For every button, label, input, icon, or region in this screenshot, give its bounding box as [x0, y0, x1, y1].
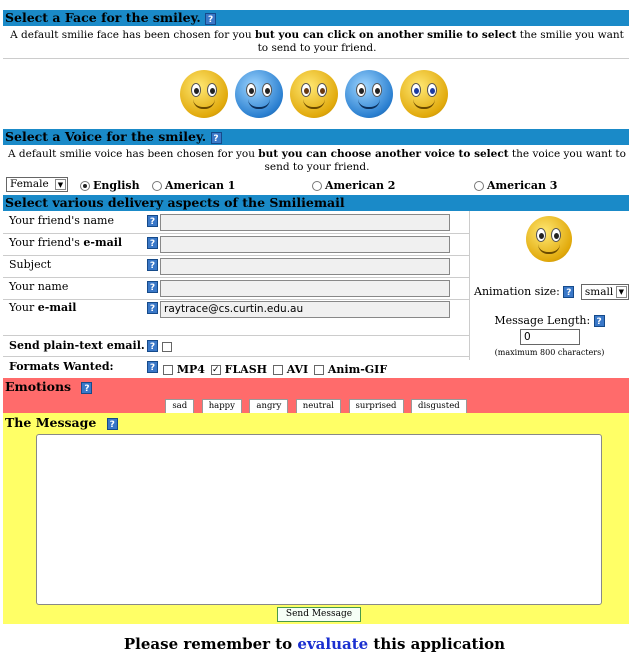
- help-icon[interactable]: ?: [147, 281, 158, 293]
- voice-section-header: Select a Voice for the smiley. ?: [3, 129, 629, 145]
- anim-gif-checkbox[interactable]: [314, 365, 325, 375]
- emotion-angry-button[interactable]: angry: [249, 399, 289, 414]
- emotion-surprised-button[interactable]: surprised: [348, 399, 404, 414]
- message-length-row: Message Length: ?: [470, 314, 629, 327]
- avi-checkbox[interactable]: [272, 365, 283, 375]
- animation-size-select[interactable]: small ▼: [580, 284, 629, 300]
- evaluate-link[interactable]: evaluate: [297, 635, 368, 653]
- radio-icon[interactable]: [474, 181, 484, 191]
- divider: [3, 277, 469, 278]
- chevron-down-icon: ▼: [615, 286, 627, 298]
- radio-icon[interactable]: [80, 181, 90, 191]
- help-icon[interactable]: ?: [147, 215, 158, 227]
- divider: [3, 335, 469, 336]
- flash-checkbox[interactable]: ✓: [210, 365, 221, 375]
- friend-email-input[interactable]: [160, 236, 450, 253]
- delivery-section-title: Select various delivery aspects of the S…: [5, 195, 345, 210]
- smiley-face-option-3[interactable]: [290, 70, 338, 118]
- face-section-header: Select a Face for the smiley. ?: [3, 10, 629, 26]
- emotion-disgusted-button[interactable]: disgusted: [411, 399, 467, 414]
- formats-options: MP4 ✓ FLASH AVI Anim-GIF: [163, 363, 387, 376]
- your-name-label: Your name: [9, 280, 69, 293]
- voice-option-american-1[interactable]: American 1: [152, 179, 235, 192]
- smiley-face-option-1[interactable]: [180, 70, 228, 118]
- message-section: The Message ? Send Message: [3, 413, 629, 624]
- your-email-input[interactable]: raytrace@cs.curtin.edu.au: [160, 301, 450, 318]
- radio-icon[interactable]: [312, 181, 322, 191]
- divider: [3, 58, 629, 59]
- animation-size-row: Animation size: ? small ▼: [474, 284, 629, 300]
- help-icon[interactable]: ?: [147, 259, 158, 271]
- voice-section-title: Select a Voice for the smiley.: [5, 129, 207, 144]
- friend-email-label: Your friend's e-mail: [9, 236, 123, 249]
- max-chars-note: (maximum 800 characters): [494, 348, 605, 357]
- friend-name-input[interactable]: [160, 214, 450, 231]
- emotions-title: Emotions: [5, 379, 72, 394]
- chevron-down-icon: ▼: [55, 179, 66, 190]
- help-icon[interactable]: ?: [210, 131, 222, 144]
- plain-text-label: Send plain-text email.: [9, 339, 145, 352]
- help-icon[interactable]: ?: [147, 340, 158, 352]
- voice-section-description: A default smilie voice has been chosen f…: [8, 148, 626, 173]
- help-icon[interactable]: ?: [593, 315, 605, 327]
- message-length-label: Message Length:: [494, 314, 591, 327]
- message-header: The Message ?: [5, 415, 118, 430]
- divider: [469, 211, 470, 360]
- divider: [3, 233, 469, 234]
- message-title: The Message: [5, 415, 97, 430]
- animation-size-label: Animation size:: [474, 285, 560, 298]
- emotion-neutral-button[interactable]: neutral: [295, 399, 342, 414]
- formats-label: Formats Wanted:: [9, 360, 114, 373]
- help-icon[interactable]: ?: [563, 286, 575, 298]
- help-icon[interactable]: ?: [147, 361, 158, 373]
- send-message-button[interactable]: Send Message: [277, 607, 361, 622]
- smiley-face-option-5[interactable]: [400, 70, 448, 118]
- your-email-label: Your e-mail: [9, 301, 77, 314]
- emotions-header: Emotions ?: [3, 378, 629, 395]
- voice-option-english[interactable]: English: [80, 179, 140, 192]
- smiley-face-option-4[interactable]: [345, 70, 393, 118]
- message-textarea[interactable]: [36, 434, 602, 605]
- divider: [3, 356, 469, 357]
- voice-option-american-2[interactable]: American 2: [312, 179, 395, 192]
- subject-input[interactable]: [160, 258, 450, 275]
- plain-text-checkbox[interactable]: [162, 342, 172, 352]
- face-section-title: Select a Face for the smiley.: [5, 10, 201, 25]
- divider: [3, 299, 469, 300]
- delivery-section-header: Select various delivery aspects of the S…: [3, 195, 629, 211]
- divider: [3, 255, 469, 256]
- voice-option-american-3[interactable]: American 3: [474, 179, 557, 192]
- smiley-face-option-2[interactable]: [235, 70, 283, 118]
- emotion-happy-button[interactable]: happy: [201, 399, 242, 414]
- preview-smiley: [526, 216, 572, 262]
- your-name-input[interactable]: [160, 280, 450, 297]
- message-length-field: 0: [520, 329, 580, 345]
- help-icon[interactable]: ?: [147, 302, 158, 314]
- emotion-sad-button[interactable]: sad: [165, 399, 195, 414]
- help-icon[interactable]: ?: [81, 381, 93, 394]
- footer-note: Please remember to evaluate this applica…: [123, 635, 506, 653]
- radio-icon[interactable]: [152, 181, 162, 191]
- gender-select[interactable]: Female ▼: [6, 177, 68, 192]
- friend-name-label: Your friend's name: [9, 214, 114, 227]
- mp4-checkbox[interactable]: [163, 365, 173, 375]
- help-icon[interactable]: ?: [205, 12, 217, 25]
- emotions-buttons-row: sad happy angry neutral surprised disgus…: [3, 395, 629, 414]
- help-icon[interactable]: ?: [106, 417, 118, 430]
- subject-label: Subject: [9, 258, 52, 271]
- help-icon[interactable]: ?: [147, 237, 158, 249]
- face-section-description: A default smilie face has been chosen fo…: [10, 29, 624, 54]
